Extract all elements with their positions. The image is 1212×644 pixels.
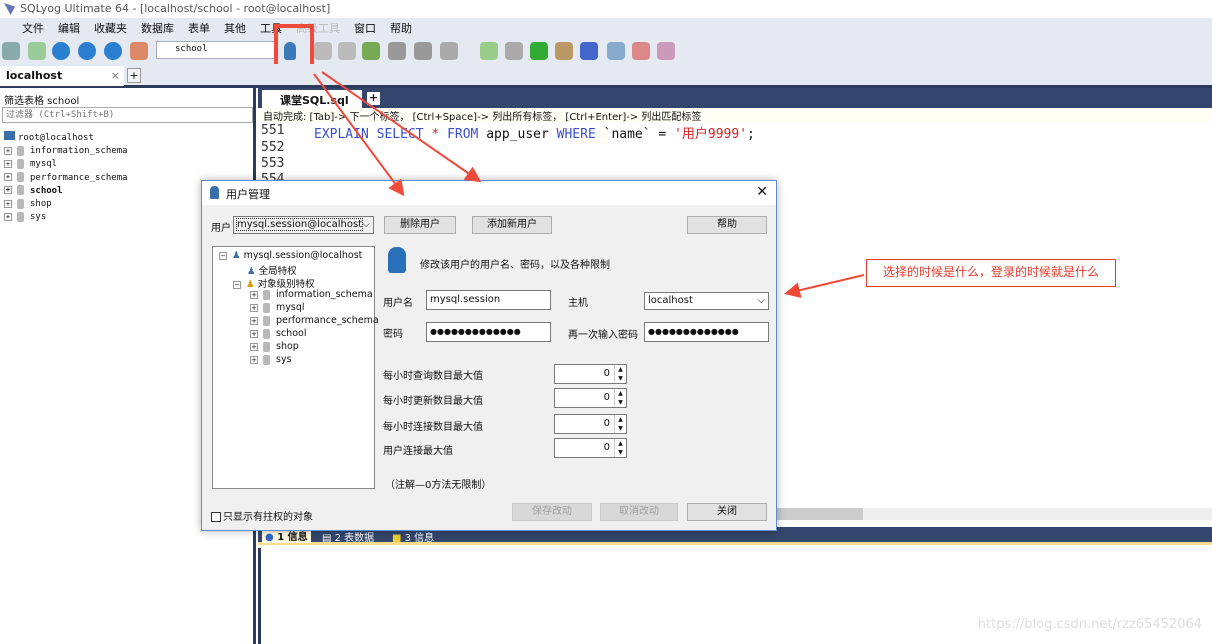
watermark: https://blog.csdn.net/rzz65452064: [977, 617, 1202, 632]
arrow-to-add: [321, 71, 482, 183]
annotation-callout: 选择的时候是什么，登录的时候就是什么: [866, 259, 1116, 287]
arrow-to-host: [784, 274, 865, 299]
arrow-to-delete: [313, 73, 405, 197]
annotation-arrows: [313, 71, 865, 299]
